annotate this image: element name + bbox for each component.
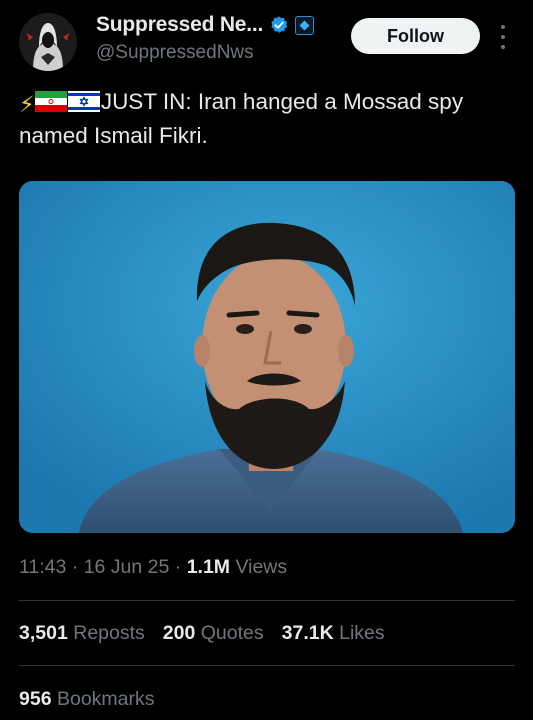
lightning-emoji: ⚡: [19, 92, 35, 117]
likes-count: 37.1K: [281, 622, 334, 644]
views-count: 1.1M: [186, 556, 231, 578]
affiliate-badge-icon[interactable]: [295, 15, 315, 35]
tweet-photo[interactable]: [19, 181, 515, 533]
quotes-label: Quotes: [200, 622, 264, 644]
avatar[interactable]: [19, 13, 77, 71]
reposts-count: 3,501: [19, 622, 68, 644]
verified-badge-icon: [271, 16, 288, 33]
likes-stat[interactable]: 37.1K Likes: [282, 622, 385, 645]
engagement-stats: 3,501 Reposts 200 Quotes 37.1K Likes: [19, 622, 385, 645]
meta-separator: ·: [66, 556, 84, 578]
bookmarks-stat[interactable]: 956 Bookmarks: [19, 688, 155, 711]
follow-button[interactable]: Follow: [351, 18, 480, 54]
author-handle[interactable]: @SuppressedNws: [96, 42, 254, 64]
hooded-figure-avatar-image: [19, 13, 77, 71]
reposts-stat[interactable]: 3,501 Reposts: [19, 622, 145, 645]
quotes-count: 200: [162, 622, 196, 644]
portrait-photo-of-man: [19, 181, 515, 533]
reposts-label: Reposts: [73, 622, 145, 644]
divider: [19, 665, 515, 666]
bookmarks-label: Bookmarks: [56, 688, 155, 710]
tweet-meta: 11:43 · 16 Jun 25 · 1.1M Views: [19, 556, 287, 579]
meta-separator: ·: [169, 556, 187, 578]
tweet-text-container: ⚡ JUST IN: Iran hanged a Mossad spy name…: [19, 86, 519, 151]
quotes-stat[interactable]: 200 Quotes: [163, 622, 264, 645]
more-vertical-icon[interactable]: [497, 25, 509, 49]
tweet-date[interactable]: 16 Jun 25: [84, 556, 170, 578]
views-label: Views: [230, 556, 288, 578]
tweet-time[interactable]: 11:43: [19, 556, 66, 578]
tweet-header: Suppressed Ne... @SuppressedNws Follow: [0, 0, 533, 80]
iran-flag-icon: [34, 91, 67, 112]
likes-label: Likes: [339, 622, 385, 644]
bookmarks-count: 956: [19, 688, 52, 710]
divider: [19, 600, 515, 601]
israel-flag-icon: [67, 91, 100, 112]
author-name[interactable]: Suppressed Ne...: [96, 13, 263, 37]
